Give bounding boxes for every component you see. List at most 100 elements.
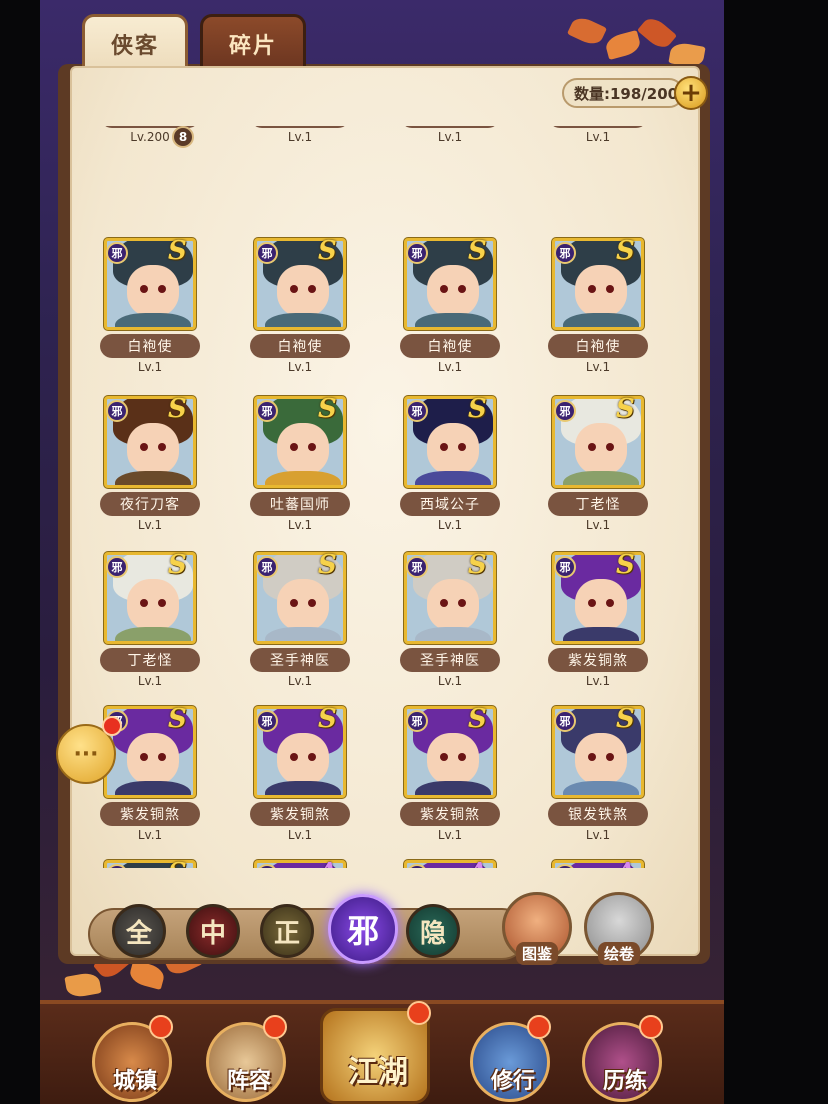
grade-badge: S xyxy=(318,550,337,580)
hero-card[interactable]: 白袍使 Lv.1 xyxy=(548,126,648,158)
hero-name: 丁老怪 xyxy=(100,648,200,672)
hero-name: 白袍使 xyxy=(548,126,648,128)
grade-badge: S xyxy=(616,236,635,266)
hero-name: 紫发铜煞 xyxy=(548,648,648,672)
hero-level: Lv.1 xyxy=(585,360,611,374)
hero-card[interactable]: 邪 S 白袍使 Lv.1 xyxy=(250,236,350,388)
hero-card[interactable]: 邪A xyxy=(400,858,500,868)
faction-badge: 邪 xyxy=(554,556,576,578)
faction-badge: 邪 xyxy=(256,556,278,578)
hero-name: 夜行刀客 xyxy=(100,492,200,516)
filter-all-button[interactable]: 全 xyxy=(112,904,166,958)
hero-card[interactable]: 邪 S 圣手神医 Lv.1 xyxy=(250,550,350,702)
hero-level: Lv.1 xyxy=(287,518,313,532)
grade-badge: S xyxy=(318,704,337,734)
faction-badge: 邪 xyxy=(256,242,278,264)
hero-level: Lv.1 xyxy=(137,674,163,688)
hero-name: 白袍使 xyxy=(100,334,200,358)
hero-level: Lv.1 xyxy=(137,360,163,374)
hero-card[interactable]: 邪A xyxy=(250,858,350,868)
tab-heroes[interactable]: 侠客 xyxy=(82,14,188,70)
hero-card[interactable]: 邪 S 丁老怪 Lv.1 xyxy=(100,550,200,702)
grade-badge: S xyxy=(616,704,635,734)
faction-badge: 邪 xyxy=(554,710,576,732)
atlas-label: 图鉴 xyxy=(515,942,558,965)
filter-righteous-button[interactable]: 正 xyxy=(260,904,314,958)
hero-card[interactable]: 邪 S 白袍使 Lv.1 xyxy=(100,236,200,388)
grade-badge: S xyxy=(468,394,487,424)
grade-badge: S xyxy=(616,394,635,424)
nav-lineup[interactable]: 阵容 xyxy=(206,1015,287,1102)
tab-fragments[interactable]: 碎片 xyxy=(200,14,306,70)
hero-card[interactable]: 邪S xyxy=(100,858,200,868)
hero-card[interactable]: 绝情师姐Lv.2008 xyxy=(100,126,200,158)
grade-badge: S xyxy=(468,236,487,266)
hero-name: 吐蕃国师 xyxy=(250,492,350,516)
grade-badge: S xyxy=(468,550,487,580)
grade-badge: S xyxy=(318,236,337,266)
hero-level: Lv.1 xyxy=(287,674,313,688)
nav-jianghu-label: 江湖 xyxy=(348,1055,408,1090)
expand-roster-button[interactable]: + xyxy=(674,76,708,110)
faction-badge: 邪 xyxy=(106,242,128,264)
hero-level: Lv.1 xyxy=(585,828,611,842)
hero-card[interactable]: 邪 S 紫发铜煞 Lv.1 xyxy=(400,704,500,856)
hero-name: 赤目老蝠 xyxy=(400,126,500,128)
faction-badge: 邪 xyxy=(106,556,128,578)
right-bezel xyxy=(724,0,828,1104)
hero-level: Lv.1 xyxy=(137,828,163,842)
hero-card[interactable]: 邪 S 吐蕃国师 Lv.1 xyxy=(250,394,350,546)
hero-level: Lv.1 xyxy=(437,360,463,374)
hero-card[interactable]: 邪 S 夜行刀客 Lv.1 xyxy=(100,394,200,546)
hero-name: 白袍使 xyxy=(400,334,500,358)
atlas-button[interactable]: 图鉴 xyxy=(502,892,572,965)
filter-evil-button[interactable]: 邪 xyxy=(328,894,398,964)
hero-name: 白袍使 xyxy=(250,334,350,358)
hero-name: 紫发铜煞 xyxy=(250,802,350,826)
hero-card[interactable]: 邪 S 白袍使 Lv.1 xyxy=(548,236,648,388)
scroll-label: 绘卷 xyxy=(597,942,640,965)
hero-level: Lv.1 xyxy=(137,518,163,532)
hero-level: Lv.1 xyxy=(437,130,463,144)
game-screen: 侠客 碎片 数量:198/200 + 绝情师姐Lv.2008赤目老蝠Lv.1赤目… xyxy=(40,0,724,1104)
notification-dot xyxy=(407,1001,431,1025)
hero-card[interactable]: 赤目老蝠 Lv.1 xyxy=(250,126,350,158)
hero-name: 西域公子 xyxy=(400,492,500,516)
hero-card[interactable]: 邪 S 圣手神医 Lv.1 xyxy=(400,550,500,702)
grade-badge: S xyxy=(168,858,196,868)
hero-card[interactable]: 邪 S 紫发铜煞 Lv.1 xyxy=(548,550,648,702)
grade-badge: S xyxy=(616,550,635,580)
scroll-button[interactable]: 绘卷 xyxy=(584,892,654,965)
hero-level: Lv.1 xyxy=(585,130,611,144)
hero-card[interactable]: 邪 S 西域公子 Lv.1 xyxy=(400,394,500,546)
nav-town-label: 城镇 xyxy=(112,1069,157,1094)
hero-name: 丁老怪 xyxy=(548,492,648,516)
grade-badge: S xyxy=(468,704,487,734)
faction-badge: 邪 xyxy=(106,400,128,422)
hero-card[interactable]: 邪 S 紫发铜煞 Lv.1 xyxy=(250,704,350,856)
nav-adventure[interactable]: 历练 xyxy=(582,1015,663,1102)
nav-training-label: 修行 xyxy=(490,1069,535,1094)
hero-level: Lv.1 xyxy=(437,518,463,532)
nav-lineup-label: 阵容 xyxy=(226,1069,271,1094)
star-count-badge: 8 xyxy=(172,126,194,148)
hero-card[interactable]: 邪A xyxy=(548,858,648,868)
faction-badge: 邪 xyxy=(406,556,428,578)
hero-card[interactable]: 邪 S 银发铁煞 Lv.1 xyxy=(548,704,648,856)
grade-badge: A xyxy=(616,858,644,868)
nav-jianghu[interactable]: 江湖 xyxy=(320,1001,431,1104)
hero-card[interactable]: 赤目老蝠 Lv.1 xyxy=(400,126,500,158)
nav-town[interactable]: 城镇 xyxy=(92,1015,173,1102)
notification-dot xyxy=(639,1015,663,1039)
filter-hidden-button[interactable]: 隐 xyxy=(406,904,460,958)
hero-level: Lv.1 xyxy=(287,360,313,374)
hero-level: Lv.1 xyxy=(437,674,463,688)
hero-grid: 绝情师姐Lv.2008赤目老蝠Lv.1赤目老蝠Lv.1白袍使Lv.1邪S白袍使L… xyxy=(100,126,660,868)
bottom-nav: 城镇 阵容 江湖 修行 历练 xyxy=(40,1000,724,1104)
hero-card[interactable]: 邪 S 白袍使 Lv.1 xyxy=(400,236,500,388)
hero-card[interactable]: 邪 S 丁老怪 Lv.1 xyxy=(548,394,648,546)
nav-adventure-label: 历练 xyxy=(602,1069,647,1094)
nav-training[interactable]: 修行 xyxy=(470,1015,551,1102)
filter-neutral-button[interactable]: 中 xyxy=(186,904,240,958)
chat-notification-dot xyxy=(102,716,122,736)
